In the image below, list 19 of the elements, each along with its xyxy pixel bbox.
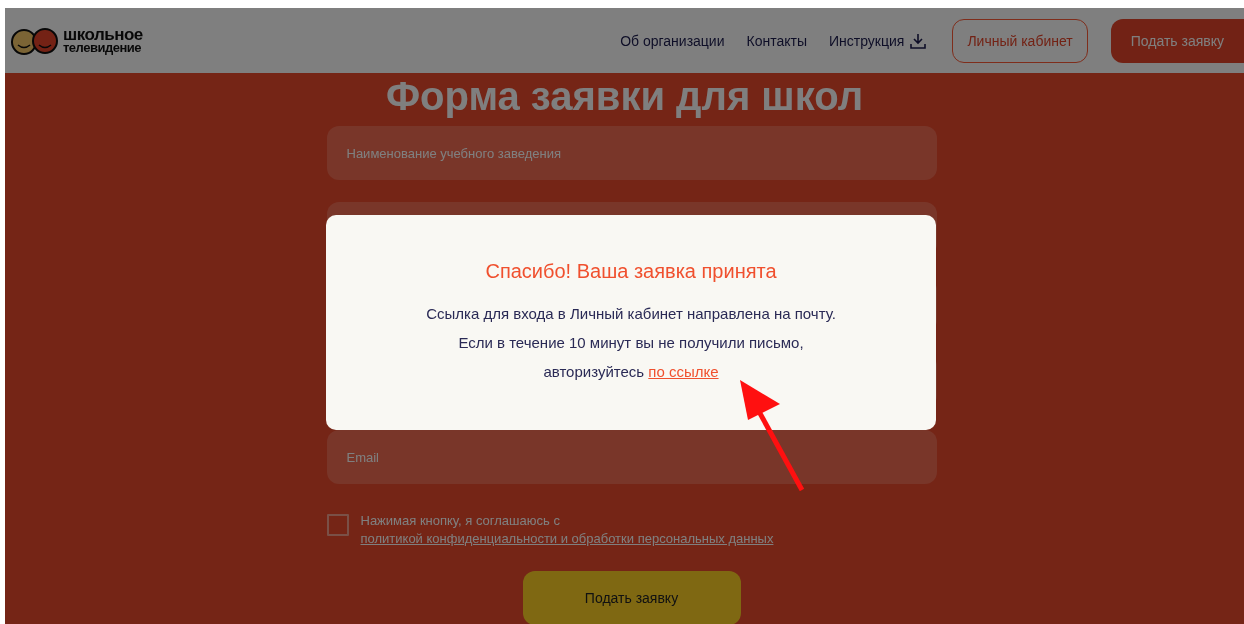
download-icon	[910, 32, 927, 49]
nav-link[interactable]: Об организации	[620, 32, 725, 49]
dialog-message: Ссылка для входа в Личный кабинет направлена на почту. Если в течение 10 минут вы не получили письмо, авторизуйтесь по ссылке	[426, 303, 836, 382]
apply-button[interactable]: Подать заявку	[1110, 18, 1244, 63]
consent-checkbox[interactable]	[326, 514, 349, 536]
submit-button[interactable]: Подать заявку	[522, 571, 741, 624]
nav-link[interactable]: Инструкция	[829, 32, 927, 49]
nav-link[interactable]: Контакты	[746, 32, 807, 49]
faces-logo-icon	[10, 25, 60, 56]
input-field[interactable]: Email	[326, 430, 937, 484]
privacy-policy-link[interactable]: политикой конфиденциальности и обработки персональных данных	[360, 530, 774, 548]
input-field[interactable]: Наименование учебного заведения	[326, 126, 937, 180]
login-link[interactable]: по ссылке	[648, 362, 719, 380]
consent-text: Нажимая кнопку, я соглашаюсь с политикой конфиденциальности и обработки персональных данных	[360, 512, 775, 548]
logo-text: школьное	[63, 27, 143, 43]
logo-text: телевидение	[63, 42, 142, 54]
dialog-title: Спасибо! Ваша заявка принята	[485, 259, 777, 283]
form-title: Форма заявки для школ	[385, 74, 864, 118]
account-button[interactable]: Личный кабинет	[952, 18, 1088, 63]
